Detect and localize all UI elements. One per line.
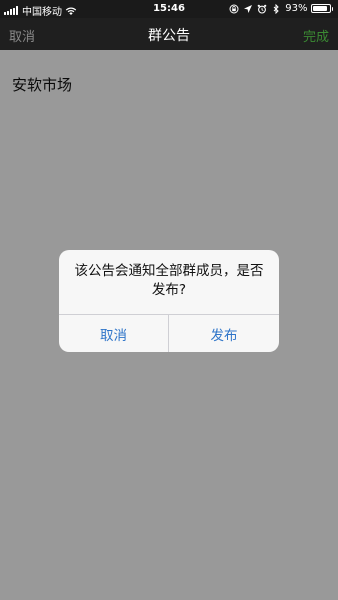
location-icon [244,4,253,13]
bluetooth-icon [273,3,279,14]
alarm-icon [257,4,267,14]
dialog-cancel-button[interactable]: 取消 [59,315,168,352]
battery-tip [331,6,333,11]
done-button[interactable]: 完成 [303,26,329,45]
nav-bar: 取消 群公告 完成 [0,18,338,50]
screen-lock-icon [229,4,239,13]
phone-screen: 中国移动 15:46 93% 取消 群公告 完成 安软市场 该公告会通知全部群成… [0,0,338,600]
page-title: 群公告 [148,28,190,44]
publish-confirm-dialog: 该公告会通知全部群成员，是否发布? 取消 发布 [59,250,279,352]
battery-icon [310,4,331,13]
status-bar: 中国移动 15:46 93% [0,0,338,18]
status-bar-right: 93% [225,3,333,14]
dialog-publish-button[interactable]: 发布 [169,315,279,352]
battery-percent: 93% [285,3,308,14]
dialog-message: 该公告会通知全部群成员，是否发布? [74,263,264,298]
battery-fill [312,6,328,11]
